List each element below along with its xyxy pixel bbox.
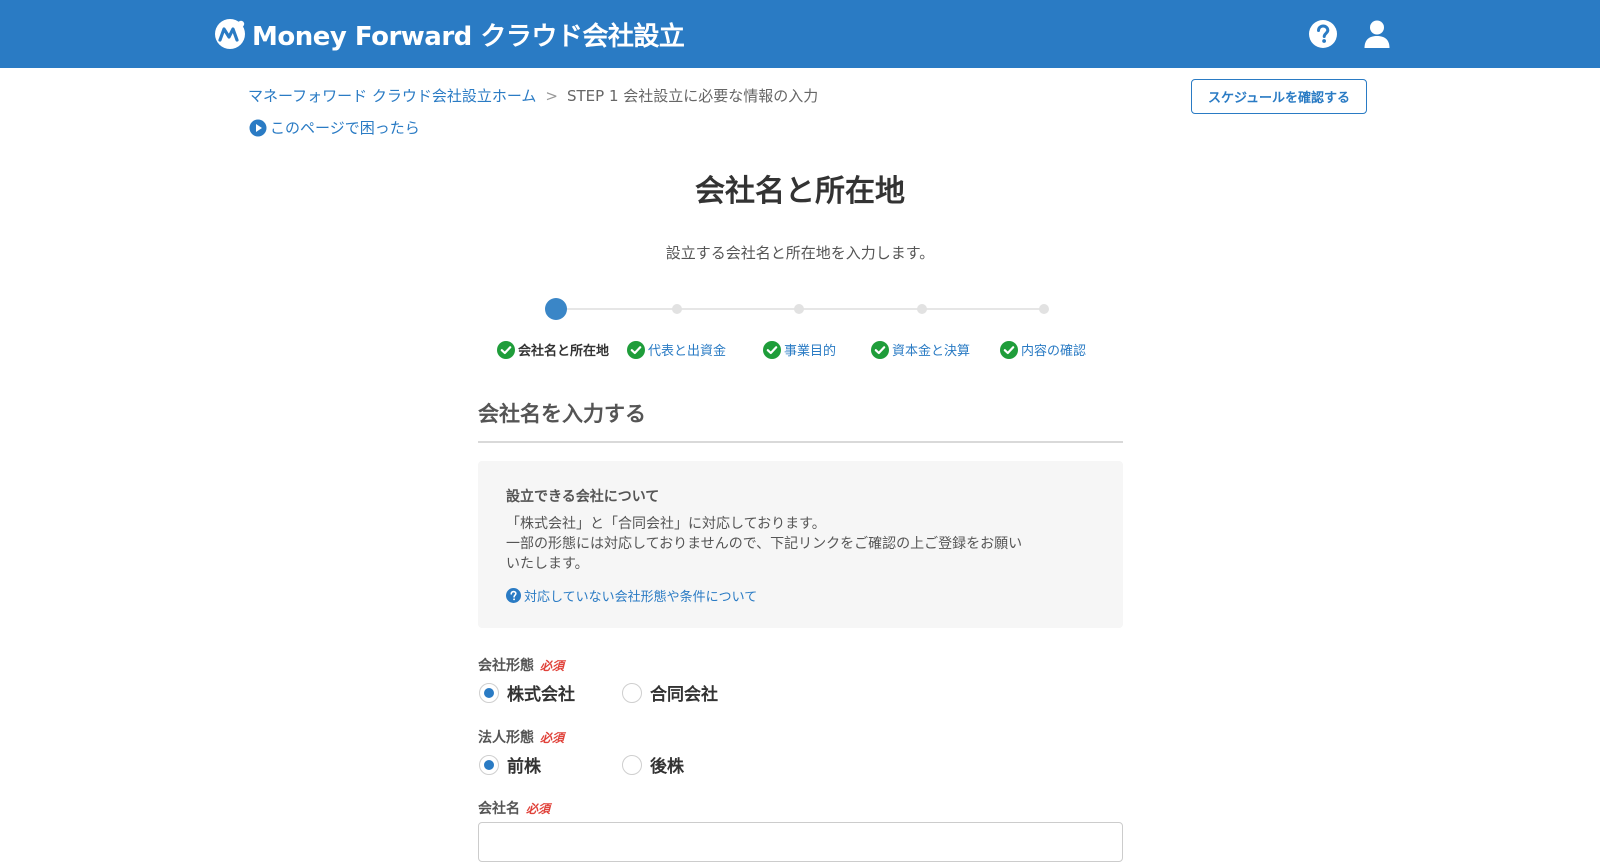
page-subtitle: 設立する会社名と所在地を入力します。 [665, 244, 935, 262]
info-box-line: 一部の形態には対応しておりませんので、下記リンクをご確認の上ご登録をお願い [506, 536, 1023, 552]
stepper-dot-4 [917, 304, 927, 314]
user-icon[interactable] [1362, 19, 1392, 49]
check-circle-icon [497, 340, 515, 359]
corp-position-label: 法人形態 必須 [478, 727, 564, 747]
help-link-label: このページで困ったら [270, 119, 420, 137]
unsupported-types-link[interactable]: 対応していない会社形態や条件について [506, 586, 757, 605]
question-circle-icon[interactable] [1308, 19, 1338, 49]
company-name-input[interactable] [478, 822, 1123, 862]
radio-label: 前株 [507, 757, 541, 777]
radio-checked-icon [479, 682, 499, 703]
step-label: 内容の確認 [1021, 344, 1087, 359]
required-badge: 必須 [540, 659, 565, 673]
step-label: 事業目的 [784, 344, 837, 359]
app-header: Money Forward クラウド会社設立 [0, 0, 1600, 68]
step-label: 資本金と決算 [892, 344, 971, 359]
check-circle-icon [871, 340, 889, 359]
page-title: 会社名と所在地 [695, 174, 905, 209]
corp-position-mae-radio[interactable]: 前株 [479, 752, 541, 777]
step-company-name-address[interactable]: 会社名と所在地 [497, 340, 609, 359]
step-representative-capital[interactable]: 代表と出資金 [627, 340, 726, 359]
company-type-label-text: 会社形態 [478, 658, 534, 674]
company-name-label-text: 会社名 [478, 801, 520, 817]
section-divider [478, 441, 1123, 443]
breadcrumb-separator: > [545, 86, 558, 105]
breadcrumb-home-link[interactable]: マネーフォワード クラウド会社設立ホーム [248, 85, 536, 106]
radio-checked-icon [479, 754, 499, 775]
section-title: 会社名を入力する [478, 402, 646, 426]
info-box: 設立できる会社について 「株式会社」と「合同会社」に対応しております。 一部の形… [478, 461, 1123, 628]
check-circle-icon [1000, 340, 1018, 359]
info-box-title: 設立できる会社について [506, 489, 660, 505]
logo-text: Money Forward クラウド会社設立 [252, 21, 685, 52]
breadcrumb-current: STEP 1 会社設立に必要な情報の入力 [567, 87, 819, 105]
stepper-dot-3 [794, 304, 804, 314]
radio-unchecked-icon [622, 754, 642, 775]
money-forward-logo[interactable]: Money Forward クラウド会社設立 [212, 16, 685, 52]
step-business-purpose[interactable]: 事業目的 [763, 340, 836, 359]
step-label: 会社名と所在地 [518, 344, 610, 359]
schedule-button[interactable]: スケジュールを確認する [1191, 79, 1367, 114]
radio-label: 株式会社 [507, 685, 575, 705]
radio-unchecked-icon [622, 682, 642, 703]
check-circle-icon [627, 340, 645, 359]
question-circle-icon [506, 588, 521, 603]
info-box-line: いたします。 [506, 556, 589, 572]
stepper-dot-1 [545, 298, 567, 320]
money-forward-logo-icon [215, 19, 245, 49]
check-circle-icon [763, 340, 781, 359]
step-label: 代表と出資金 [648, 344, 727, 359]
company-name-label: 会社名 必須 [478, 798, 550, 818]
info-box-line: 「株式会社」と「合同会社」に対応しております。 [506, 516, 826, 532]
help-link[interactable]: このページで困ったら [249, 117, 420, 138]
step-capital-settlement[interactable]: 資本金と決算 [871, 340, 970, 359]
required-badge: 必須 [526, 802, 551, 816]
breadcrumb: マネーフォワード クラウド会社設立ホーム > STEP 1 会社設立に必要な情報… [248, 85, 818, 106]
company-type-label: 会社形態 必須 [478, 655, 564, 675]
step-confirm[interactable]: 内容の確認 [1000, 340, 1086, 359]
stepper-dot-2 [672, 304, 682, 314]
radio-label: 合同会社 [650, 685, 718, 705]
radio-label: 後株 [650, 757, 684, 777]
info-box-body: 「株式会社」と「合同会社」に対応しております。 一部の形態には対応しておりません… [506, 514, 1096, 574]
required-badge: 必須 [540, 731, 565, 745]
corp-position-label-text: 法人形態 [478, 730, 534, 746]
unsupported-types-link-label: 対応していない会社形態や条件について [524, 590, 758, 605]
company-type-kabushiki-radio[interactable]: 株式会社 [479, 680, 575, 705]
company-type-godo-radio[interactable]: 合同会社 [622, 680, 718, 705]
stepper-dot-5 [1039, 304, 1049, 314]
corp-position-ato-radio[interactable]: 後株 [622, 752, 684, 777]
play-circle-icon [249, 119, 267, 136]
